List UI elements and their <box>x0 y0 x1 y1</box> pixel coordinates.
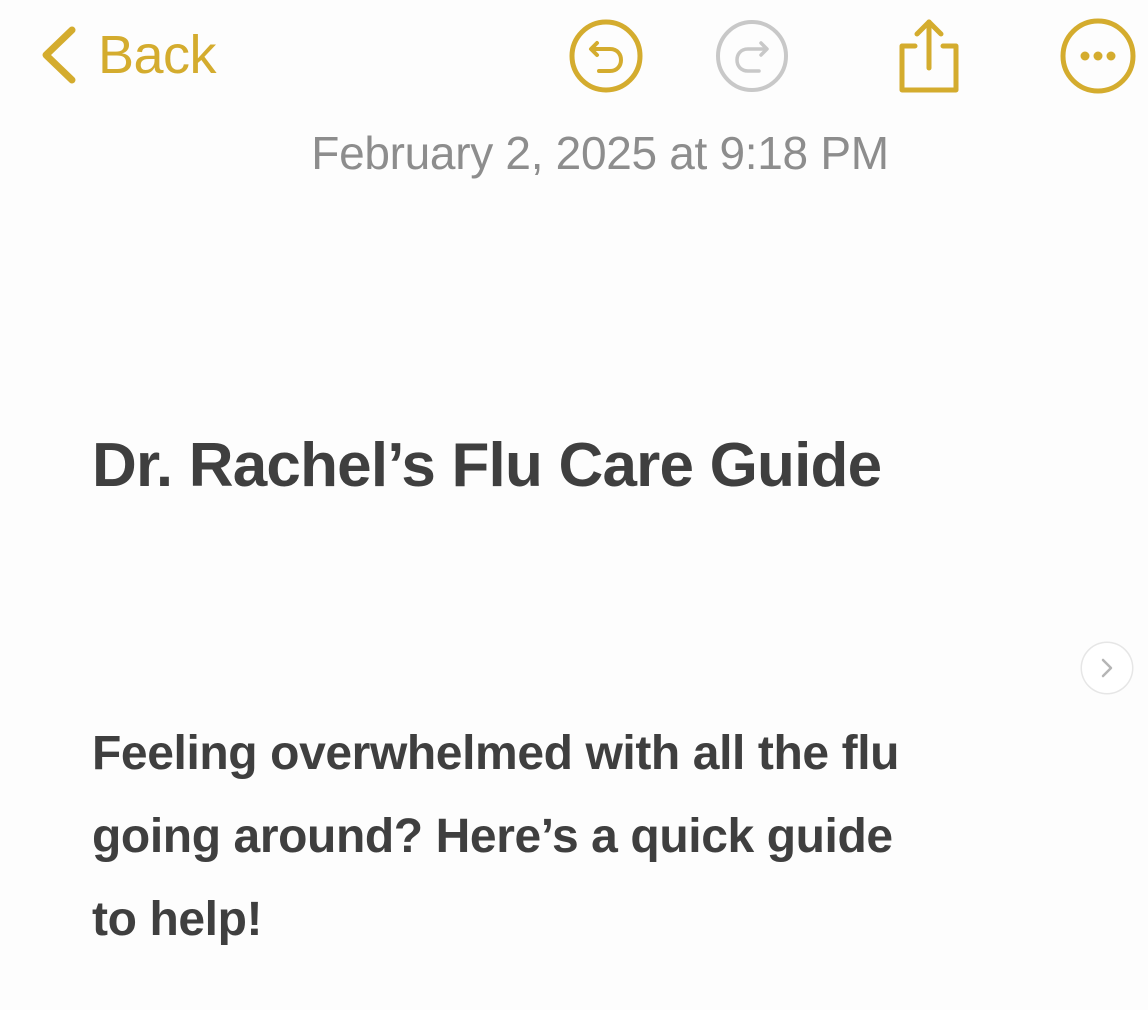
note-title[interactable]: Dr. Rachel’s Flu Care Guide <box>92 430 882 501</box>
toolbar: Back <box>0 0 1148 110</box>
share-button[interactable] <box>886 16 966 96</box>
back-label: Back <box>98 25 217 85</box>
redo-button[interactable] <box>712 16 792 96</box>
back-button[interactable]: Back <box>36 20 217 90</box>
undo-icon <box>569 19 643 93</box>
note-body[interactable]: Feeling overwhelmed with all the flu goi… <box>92 712 1102 961</box>
more-icon <box>1060 18 1136 94</box>
chevron-left-icon <box>42 26 76 84</box>
note-timestamp: February 2, 2025 at 9:18 PM <box>311 127 889 179</box>
chevron-right-icon <box>1101 658 1113 678</box>
note-body-line: Feeling overwhelmed with all the flu <box>92 727 900 780</box>
note-body-line: to help! <box>92 893 263 946</box>
more-button[interactable] <box>1058 16 1138 96</box>
next-page-button[interactable] <box>1082 643 1132 693</box>
share-icon <box>899 19 959 93</box>
note-body-line: going around? Here’s a quick guide <box>92 810 893 863</box>
redo-icon <box>716 20 788 92</box>
notes-screen: Back February 2, 2025 at 9:18 PM Dr. Rac… <box>0 0 1148 1010</box>
undo-button[interactable] <box>566 16 646 96</box>
